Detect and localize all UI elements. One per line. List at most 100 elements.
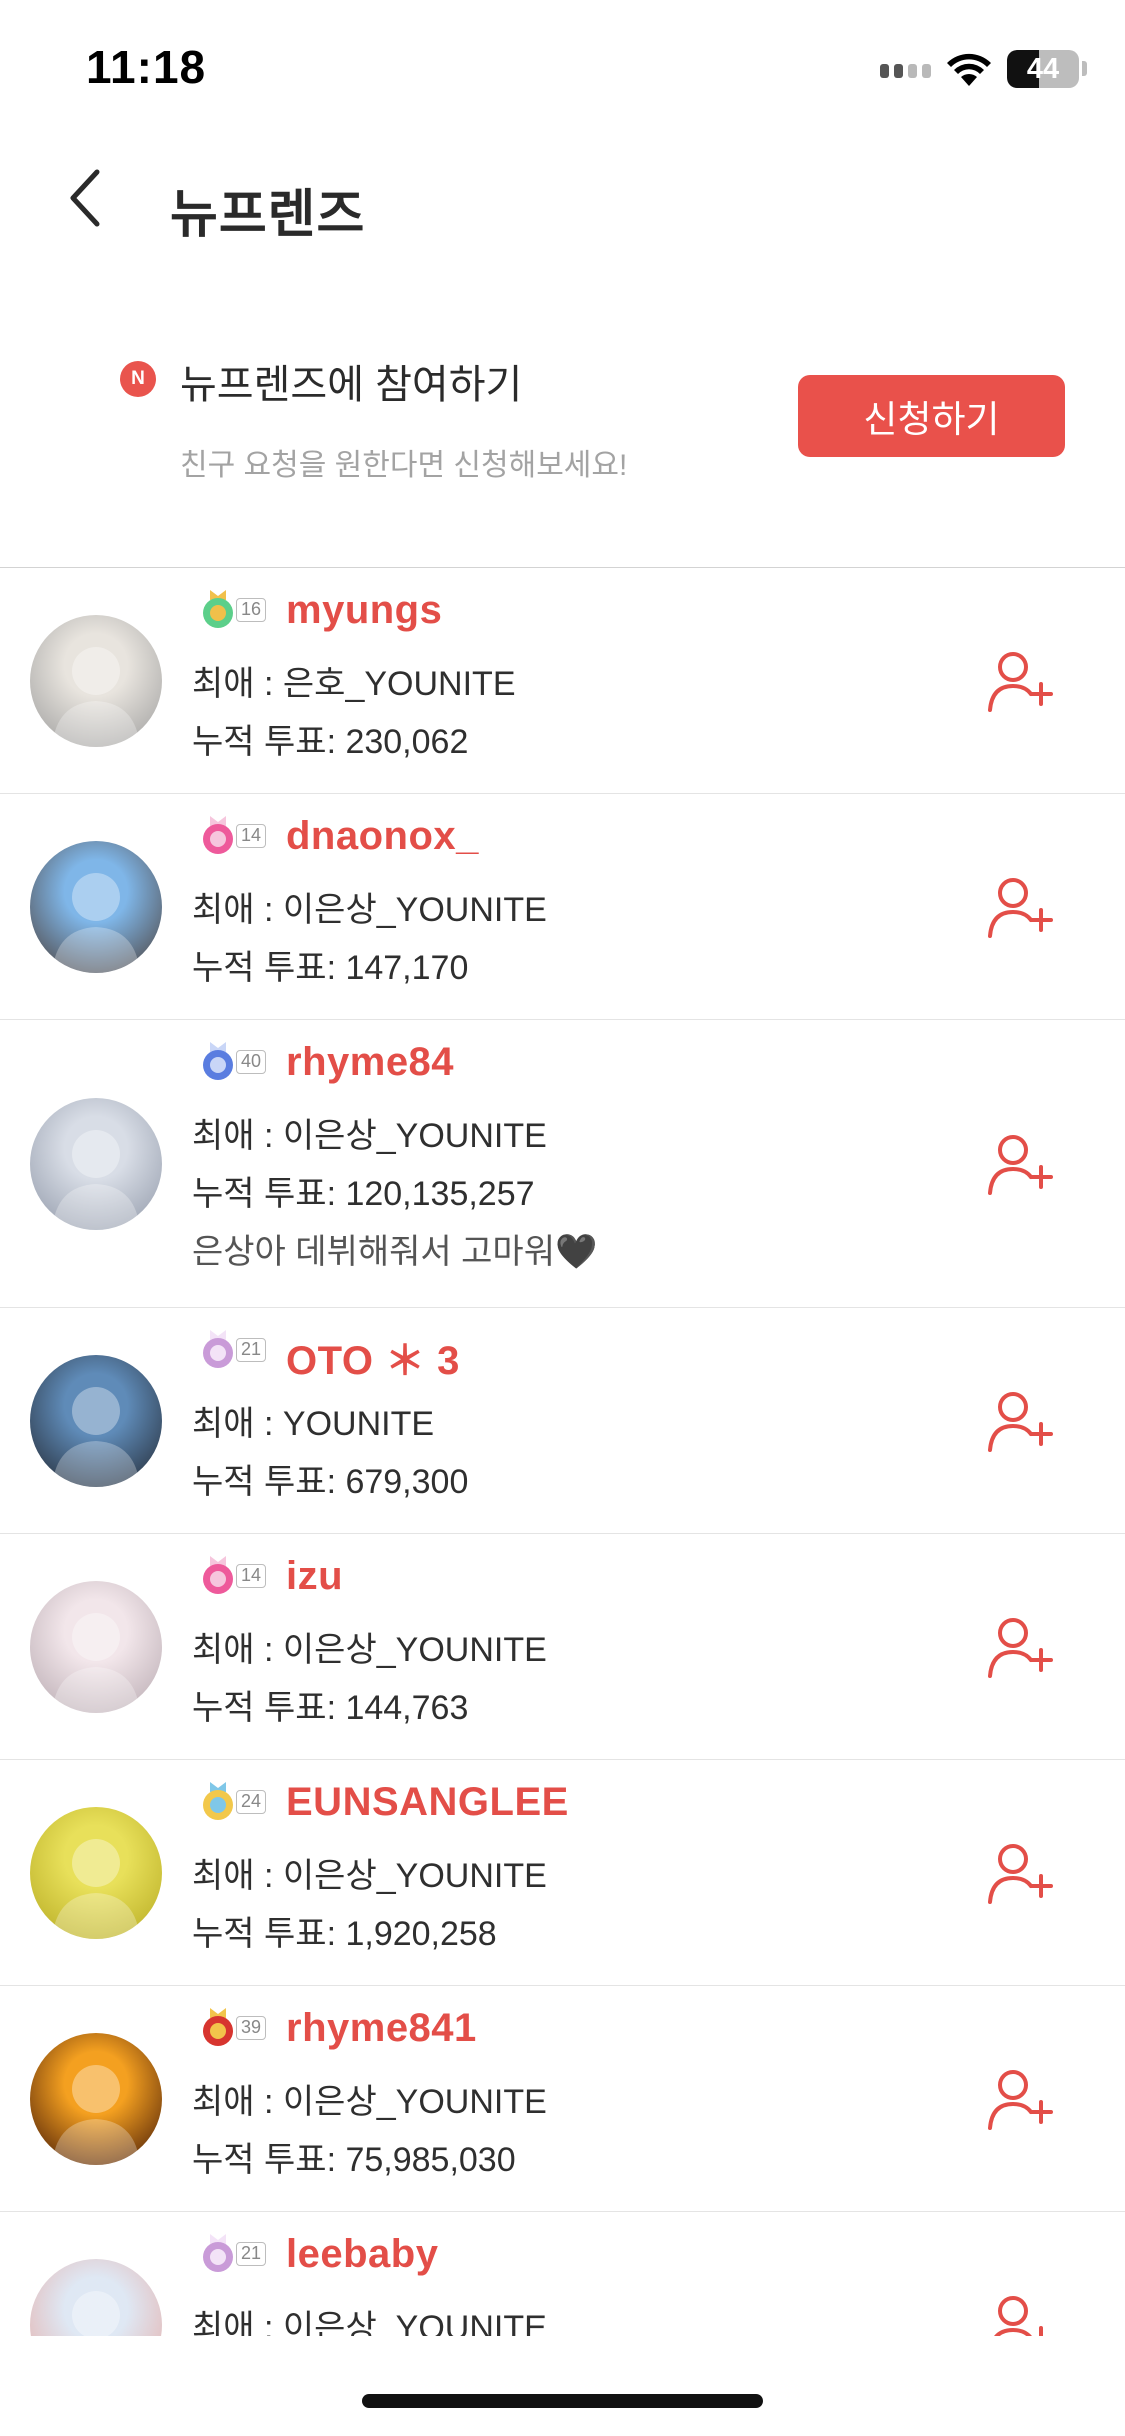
new-friends-screen: 11:18 44 뉴프렌즈 N 뉴프렌즈에 참여하기 친구 요청을 원한다면 신… (0, 0, 1125, 2436)
avatar[interactable] (30, 615, 162, 747)
username[interactable]: myungs (286, 588, 442, 633)
level-number: 21 (236, 2242, 267, 2266)
add-friend-button[interactable] (984, 1385, 1056, 1457)
green-gear-medal-icon (203, 590, 233, 628)
gold-red-emblem-icon (203, 2008, 233, 2046)
username[interactable]: izu (286, 1554, 343, 1599)
battery-level: 44 (1026, 53, 1060, 85)
add-friend-button[interactable] (984, 2289, 1056, 2336)
add-friend-button[interactable] (984, 1611, 1056, 1683)
friend-row[interactable]: 39 rhyme841 최애 : 이은상_YOUNITE 누적 투표: 75,9… (0, 1986, 1125, 2212)
level-badge: 21 (196, 2232, 272, 2274)
avatar-silhouette (52, 647, 140, 747)
blue-diamond-emblem-icon (203, 1042, 233, 1080)
favorite-artist: 최애 : 이은상_YOUNITE (192, 2309, 547, 2336)
avatar-silhouette (52, 1387, 140, 1487)
pink-gem-medal-icon (203, 816, 233, 854)
add-friend-button[interactable] (984, 1837, 1056, 1909)
avatar-silhouette (52, 1839, 140, 1939)
add-friend-icon (988, 1844, 1053, 1904)
friend-row[interactable]: 40 rhyme84 최애 : 이은상_YOUNITE 누적 투표: 120,1… (0, 1020, 1125, 1308)
total-votes: 누적 투표: 230,062 (192, 723, 469, 761)
avatar-silhouette (52, 1613, 140, 1713)
level-number: 39 (236, 2016, 267, 2040)
level-badge: 24 (196, 1780, 272, 1822)
friend-row[interactable]: 24 EUNSANGLEE 최애 : 이은상_YOUNITE 누적 투표: 1,… (0, 1760, 1125, 1986)
add-friend-icon (988, 652, 1053, 712)
username[interactable]: OTO ＊ 3 (286, 1328, 460, 1386)
total-votes: 누적 투표: 144,763 (192, 1689, 469, 1727)
avatar[interactable] (30, 841, 162, 973)
favorite-artist: 최애 : 은호_YOUNITE (192, 665, 516, 703)
add-friend-icon (988, 1135, 1053, 1195)
add-friend-button[interactable] (984, 645, 1056, 717)
home-indicator[interactable] (362, 2394, 763, 2408)
avatar-silhouette (72, 2291, 120, 2336)
level-number: 14 (236, 1564, 267, 1588)
level-number: 16 (236, 598, 267, 622)
page-title: 뉴프렌즈 (170, 186, 366, 244)
purple-trophy-icon (203, 2234, 233, 2272)
favorite-artist: 최애 : 이은상_YOUNITE (192, 1857, 547, 1895)
blue-star-medal-icon (203, 1782, 233, 1820)
total-votes: 누적 투표: 120,135,257 (192, 1175, 535, 1213)
username[interactable]: rhyme841 (286, 2006, 477, 2051)
favorite-artist: 최애 : 이은상_YOUNITE (192, 1117, 547, 1155)
avatar-silhouette (52, 2065, 140, 2165)
add-friend-icon (988, 2070, 1053, 2130)
username[interactable]: EUNSANGLEE (286, 1780, 569, 1825)
level-badge: 40 (196, 1040, 272, 1082)
avatar[interactable] (30, 1581, 162, 1713)
favorite-artist: 최애 : 이은상_YOUNITE (192, 2083, 547, 2121)
username[interactable]: leebaby (286, 2232, 438, 2277)
avatar[interactable] (30, 1807, 162, 1939)
level-badge: 14 (196, 1554, 272, 1596)
total-votes: 누적 투표: 1,920,258 (192, 1915, 497, 1953)
add-friend-icon (988, 878, 1053, 938)
add-friend-icon (994, 2296, 1051, 2336)
level-number: 24 (236, 1790, 267, 1814)
add-friend-icon (988, 1618, 1053, 1678)
back-button[interactable] (50, 158, 120, 238)
battery-icon: 44 (1007, 50, 1079, 88)
avatar-silhouette (52, 1130, 140, 1230)
friend-row[interactable]: 21 OTO ＊ 3 최애 : YOUNITE 누적 투표: 679,300 (0, 1308, 1125, 1534)
status-bar: 11:18 44 (0, 0, 1125, 140)
add-friend-button[interactable] (984, 1128, 1056, 1200)
total-votes: 누적 투표: 147,170 (192, 949, 469, 987)
avatar[interactable] (30, 2033, 162, 2165)
friend-row[interactable]: 16 myungs 최애 : 은호_YOUNITE 누적 투표: 230,062 (0, 568, 1125, 794)
status-time: 11:18 (86, 41, 207, 93)
wifi-icon (947, 53, 991, 86)
avatar[interactable] (30, 1098, 162, 1230)
level-number: 14 (236, 824, 267, 848)
avatar-silhouette (52, 873, 140, 973)
add-friend-button[interactable] (984, 2063, 1056, 2135)
join-subtitle: 친구 요청을 원한다면 신청해보세요! (180, 449, 628, 482)
level-badge: 39 (196, 2006, 272, 2048)
total-votes: 누적 투표: 679,300 (192, 1463, 469, 1501)
favorite-artist: 최애 : 이은상_YOUNITE (192, 1631, 547, 1669)
purple-trophy-icon (203, 1330, 233, 1368)
apply-button[interactable]: 신청하기 (798, 375, 1065, 457)
username[interactable]: dnaonox_ (286, 814, 479, 859)
add-friend-icon (988, 1392, 1053, 1452)
level-badge: 21 (196, 1328, 272, 1370)
avatar[interactable] (30, 2259, 162, 2336)
new-badge-icon: N (120, 361, 156, 397)
level-badge: 16 (196, 588, 272, 630)
friend-list: 16 myungs 최애 : 은호_YOUNITE 누적 투표: 230,062 (0, 568, 1125, 2336)
join-title: 뉴프렌즈에 참여하기 (180, 363, 523, 407)
favorite-artist: 최애 : 이은상_YOUNITE (192, 891, 547, 929)
level-badge: 14 (196, 814, 272, 856)
total-votes: 누적 투표: 75,985,030 (192, 2141, 516, 2179)
friend-row[interactable]: 21 leebaby 최애 : 이은상_YOUNITE (0, 2212, 1125, 2336)
pink-gem-medal-icon (203, 1556, 233, 1594)
status-message: 은상아 데뷔해줘서 고마워🖤 (192, 1233, 598, 1271)
username[interactable]: rhyme84 (286, 1040, 454, 1085)
friend-row[interactable]: 14 izu 최애 : 이은상_YOUNITE 누적 투표: 144,763 (0, 1534, 1125, 1760)
add-friend-button[interactable] (984, 871, 1056, 943)
level-number: 21 (236, 1338, 267, 1362)
friend-row[interactable]: 14 dnaonox_ 최애 : 이은상_YOUNITE 누적 투표: 147,… (0, 794, 1125, 1020)
avatar[interactable] (30, 1355, 162, 1487)
